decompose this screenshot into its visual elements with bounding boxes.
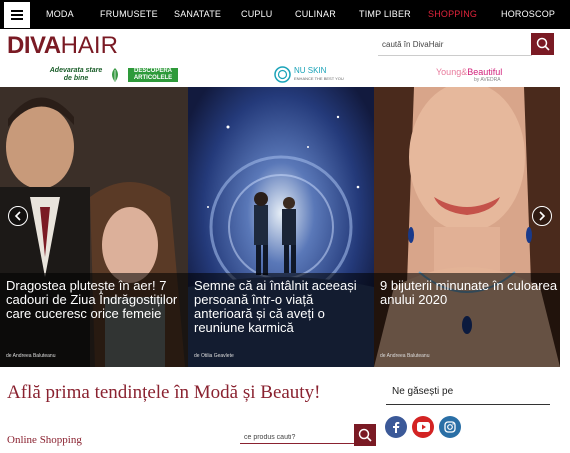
slide-3-author: de Andreea Baluteanu <box>380 353 430 359</box>
product-search-button[interactable] <box>354 424 376 446</box>
young-text: Young <box>436 67 462 77</box>
product-search-input[interactable] <box>240 429 350 446</box>
slider-prev-button[interactable] <box>8 206 28 226</box>
product-search <box>240 426 354 446</box>
slide-2-title[interactable]: Semne că ai întâlnit aceeași persoană în… <box>194 279 374 335</box>
facebook-icon <box>393 422 400 433</box>
facebook-button[interactable] <box>385 416 407 438</box>
slider-next-button[interactable] <box>532 206 552 226</box>
nu-skin-name: NU SKIN <box>294 66 327 75</box>
nav-item-cuplu[interactable]: CUPLU <box>241 0 273 29</box>
sponsor-strip: Adevarata stare de bine DESCOPERA ARTICO… <box>0 63 570 87</box>
young-beautiful-sub: by AVEDRA <box>474 77 501 83</box>
slide-2[interactable]: Semne că ai întâlnit aceeași persoană în… <box>188 87 374 367</box>
search-icon <box>536 37 550 51</box>
chevron-left-icon <box>14 211 21 221</box>
instagram-icon <box>444 421 456 433</box>
find-us-heading: Ne găsești pe <box>386 384 550 405</box>
youtube-icon <box>416 422 430 432</box>
nav-item-sanatate[interactable]: SANATATE <box>174 0 221 29</box>
slide-3-title[interactable]: 9 bijuterii minunate în culoarea anului … <box>380 279 560 307</box>
slide-2-author: de Otilia Geavlete <box>194 353 234 359</box>
beautiful-text: Beautiful <box>467 67 503 77</box>
slide-3[interactable]: 9 bijuterii minunate în culoarea anului … <box>374 87 560 367</box>
slide-1-title[interactable]: Dragostea plutește în aer! 7 cadouri de … <box>6 279 188 321</box>
site-search-button[interactable] <box>531 33 554 55</box>
find-us-label: Ne găsești pe <box>392 386 454 397</box>
site-search <box>378 34 532 56</box>
nav-item-timp-liber[interactable]: TIMP LIBER <box>359 0 411 29</box>
divahair-logo[interactable]: DIVAHAIR <box>7 33 118 59</box>
search-icon <box>358 428 372 442</box>
logo-bold-text: DIVA <box>7 32 61 59</box>
organic-leaf-icon <box>112 68 118 82</box>
youtube-button[interactable] <box>412 416 434 438</box>
sponsor-organic-text: Adevarata stare de bine <box>49 67 103 82</box>
nav-item-frumusete[interactable]: FRUMUSETE <box>100 0 158 29</box>
nav-item-culinar[interactable]: CULINAR <box>295 0 336 29</box>
sponsor-nu-skin[interactable]: NU SKIN ENHANCE THE BEST YOU <box>274 65 344 85</box>
site-search-input[interactable] <box>378 34 528 55</box>
instagram-button[interactable] <box>439 416 461 438</box>
online-shopping-label: Online Shopping <box>7 434 82 446</box>
nu-skin-tagline: ENHANCE THE BEST YOU <box>294 76 344 81</box>
sponsor-organic-india[interactable]: Adevarata stare de bine DESCOPERA ARTICO… <box>48 66 178 84</box>
sponsor-young-beautiful[interactable]: Young&Beautiful <box>436 67 502 77</box>
chevron-right-icon <box>539 211 546 221</box>
logo-light-text: HAIR <box>60 32 118 59</box>
slide-1-author: de Andreea Baluteanu <box>6 353 56 359</box>
slide-1[interactable]: Dragostea plutește în aer! 7 cadouri de … <box>0 87 188 367</box>
nu-skin-logo-icon <box>274 66 291 83</box>
nav-item-moda[interactable]: MODA <box>46 0 74 29</box>
featured-slider: Dragostea plutește în aer! 7 cadouri de … <box>0 87 560 367</box>
hamburger-icon <box>11 10 23 20</box>
promo-heading: Află prima tendințele în Modă și Beauty! <box>7 382 321 403</box>
top-navigation: MODA FRUMUSETE SANATATE CUPLU CULINAR TI… <box>0 0 570 29</box>
nav-item-shopping[interactable]: SHOPPING <box>428 0 477 29</box>
discover-articles-button[interactable]: DESCOPERA ARTICOLELE <box>128 68 178 82</box>
site-header: DIVAHAIR <box>0 29 570 63</box>
nav-item-horoscop[interactable]: HOROSCOP <box>501 0 555 29</box>
hamburger-menu-button[interactable] <box>4 2 30 28</box>
